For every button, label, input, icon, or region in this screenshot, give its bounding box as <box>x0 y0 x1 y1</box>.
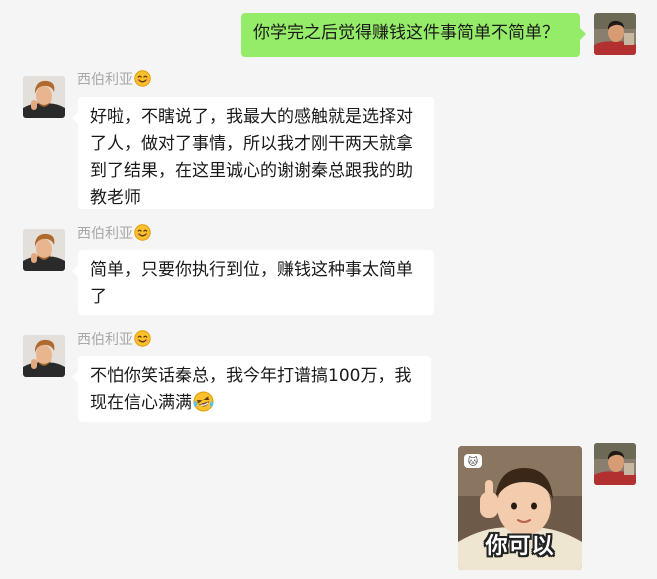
sender-name-text: 西伯利亚 <box>77 226 133 242</box>
sender-name-text: 西伯利亚 <box>77 72 133 88</box>
my-message-bubble[interactable]: 你学完之后觉得赚钱这件事简单不简单？ <box>241 13 586 57</box>
sticker-caption: 你可以 <box>485 534 555 559</box>
contact-avatar[interactable] <box>23 229 65 271</box>
sender-name: 西伯利亚 <box>77 330 151 349</box>
smiling-face-emoji <box>134 70 151 87</box>
contact-message-bubble[interactable]: 好啦，不瞎说了，我最大的感触就是选择对了人，做对了事情，所以我才刚干两天就拿到了… <box>72 97 434 209</box>
sender-name: 西伯利亚 <box>77 70 151 89</box>
sticker-image[interactable]: 🐱 你可以 <box>458 446 582 570</box>
sender-name: 西伯利亚 <box>77 224 151 243</box>
contact-avatar[interactable] <box>23 76 65 118</box>
contact-message-bubble[interactable]: 简单，只要你执行到位，赚钱这种事太简单了 <box>72 250 434 315</box>
message-text: 你学完之后觉得赚钱这件事简单不简单？ <box>253 23 559 43</box>
message-text: 不怕你笑话秦总，我今年打谱搞100万，我现在信心满满 <box>90 366 412 413</box>
sender-name-text: 西伯利亚 <box>77 332 133 348</box>
message-text: 好啦，不瞎说了，我最大的感触就是选择对了人，做对了事情，所以我才刚干两天就拿到了… <box>90 107 413 208</box>
message-text: 简单，只要你执行到位，赚钱这种事太简单了 <box>90 260 413 307</box>
my-avatar[interactable] <box>594 443 636 485</box>
smiling-face-emoji <box>134 224 151 241</box>
laughing-crying-emoji <box>193 391 214 412</box>
svg-text:🐱: 🐱 <box>468 456 479 468</box>
smiling-face-emoji <box>134 330 151 347</box>
contact-avatar[interactable] <box>23 335 65 377</box>
my-avatar[interactable] <box>594 13 636 55</box>
contact-message-bubble[interactable]: 不怕你笑话秦总，我今年打谱搞100万，我现在信心满满 <box>72 356 431 422</box>
